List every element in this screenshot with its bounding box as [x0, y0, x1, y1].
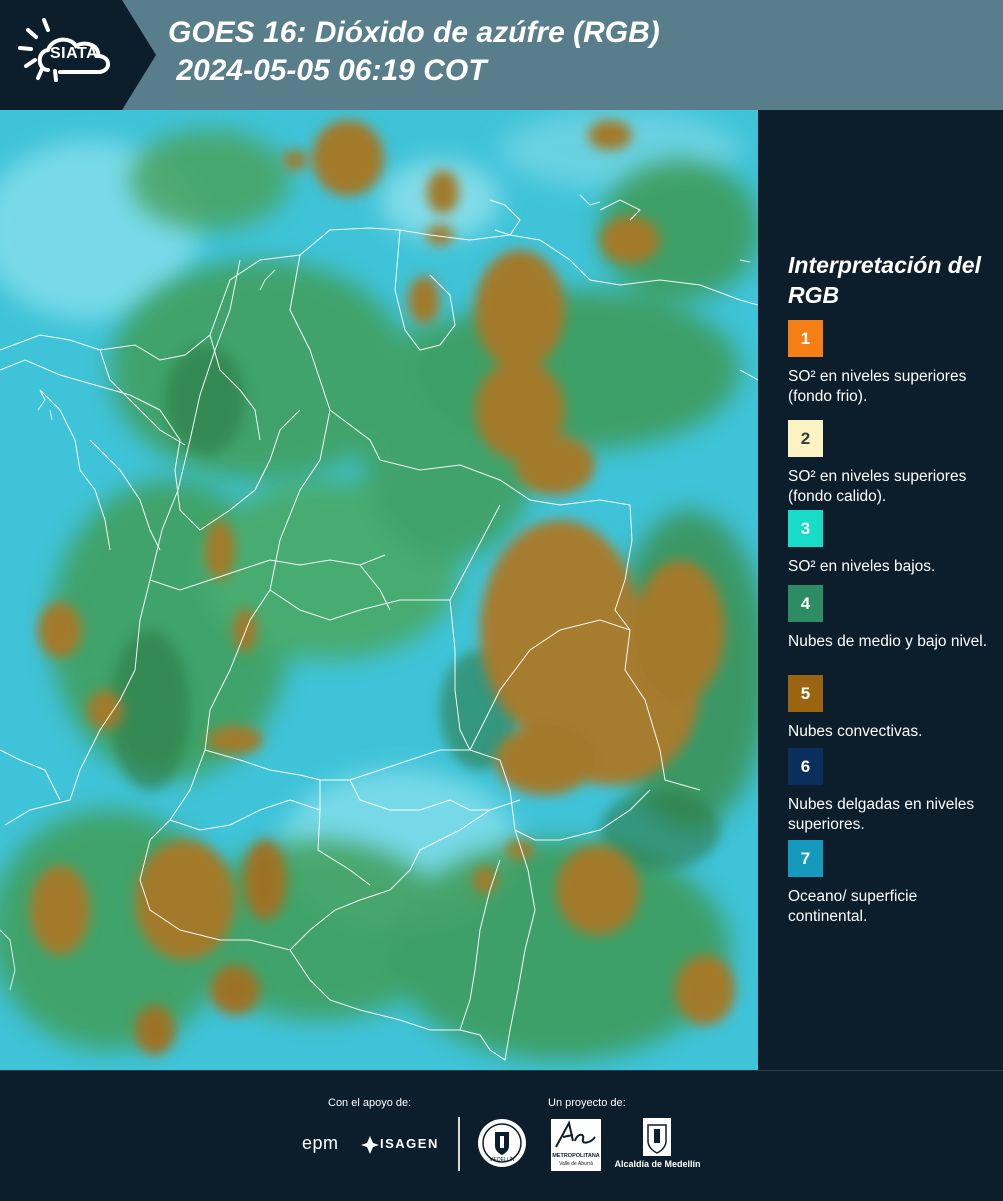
legend-swatch: 7 [788, 840, 823, 877]
title-timestamp: 2024-05-05 06:19 COT [168, 54, 487, 87]
satellite-rgb-image [0, 110, 758, 1070]
legend-item-2: 2 SO² en niveles superiores (fondo calido… [788, 420, 993, 507]
legend-swatch: 3 [788, 510, 823, 547]
metro-name: METROPOLITANA [552, 1153, 600, 1159]
legend-label: Nubes de medio y bajo nivel. [788, 633, 988, 650]
header-bar: SIATA GOES 16: Dióxido de azúfre (RGB) 2… [0, 0, 1003, 110]
support-label: Con el apoyo de: [328, 1097, 412, 1109]
coat-of-arms-icon [643, 1118, 671, 1156]
metro-sub: Valle de Aburrá [559, 1161, 593, 1167]
legend-label: SO² en niveles superiores (fondo frio). [788, 368, 967, 405]
satellite-map[interactable] [0, 110, 758, 1070]
rgb-legend: Interpretación del RGB 1 SO² en niveles s… [760, 110, 1003, 1070]
legend-swatch: 5 [788, 675, 823, 712]
legend-label: Nubes convectivas. [788, 723, 923, 740]
logo-text: SIATA [50, 45, 99, 62]
medellin-seal-logo[interactable]: MEDELLÍN [477, 1118, 527, 1168]
page-title: GOES 16: Dióxido de azúfre (RGB) 2024-05… [168, 14, 660, 90]
isagen-name: ISAGEN [380, 1136, 439, 1151]
isagen-logo[interactable]: ISAGEN [360, 1133, 440, 1157]
legend-title: Interpretación del RGB [788, 252, 981, 308]
footer-divider [458, 1117, 460, 1171]
legend-swatch: 1 [788, 320, 823, 357]
legend-item-3: 3 SO² en niveles bajos. [788, 510, 993, 577]
siata-logo[interactable]: SIATA [0, 0, 156, 110]
legend-item-1: 1 SO² en niveles superiores (fondo frio). [788, 320, 993, 407]
legend-item-5: 5 Nubes convectivas. [788, 675, 993, 742]
legend-label: Oceano/ superficie continental. [788, 888, 918, 925]
legend-label: SO² en niveles bajos. [788, 558, 936, 575]
legend-label: SO² en niveles superiores (fondo calido)… [788, 468, 967, 505]
legend-item-7: 7 Oceano/ superficie continental. [788, 840, 993, 927]
alcaldia-name: Alcaldía de Medellín [614, 1159, 701, 1169]
sponsors-footer: Con el apoyo de: Un proyecto de: epm ISA… [0, 1070, 1003, 1201]
title-product: GOES 16: Dióxido de azúfre (RGB) [168, 16, 660, 49]
legend-label: Nubes delgadas en niveles superiores. [788, 796, 975, 833]
legend-swatch: 4 [788, 585, 823, 622]
area-script-icon [555, 1120, 596, 1148]
legend-swatch: 6 [788, 748, 823, 785]
legend-item-6: 6 Nubes delgadas en niveles superiores. [788, 748, 993, 835]
isagen-mark-icon [361, 1136, 379, 1154]
project-label: Un proyecto de: [548, 1097, 626, 1109]
legend-swatch: 2 [788, 420, 823, 457]
legend-item-4: 4 Nubes de medio y bajo nivel. [788, 585, 993, 652]
area-metropolitana-logo[interactable]: METROPOLITANA Valle de Aburrá [551, 1119, 601, 1171]
seal-text: MEDELLÍN [489, 1157, 515, 1163]
epm-logo[interactable]: epm [302, 1133, 339, 1154]
alcaldia-medellin-logo[interactable]: Alcaldía de Medellín [610, 1117, 705, 1173]
